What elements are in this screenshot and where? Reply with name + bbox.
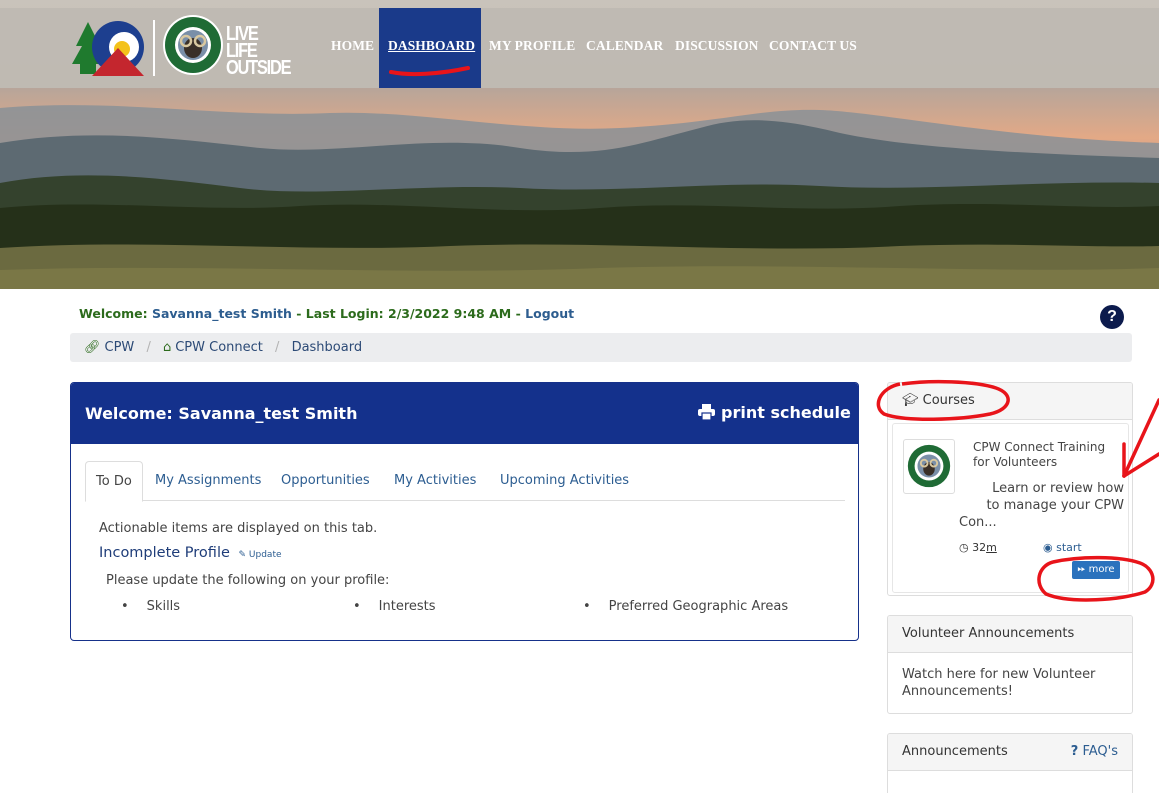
nav-dashboard[interactable]: DASHBOARD — [388, 38, 475, 54]
course-duration: ◷ 32m — [959, 541, 997, 554]
logout-link[interactable]: Logout — [525, 306, 574, 321]
list-item: • Interests — [353, 599, 436, 614]
breadcrumb-separator: / — [146, 340, 151, 355]
header-hero: LIVE LIFE OUTSIDE HOME DASHBOARD MY PROF… — [0, 0, 1159, 289]
start-label: start — [1056, 541, 1082, 554]
panel-header: Welcome: Savanna_test Smith print schedu… — [71, 383, 858, 444]
welcome-user-link[interactable]: Savanna_test Smith — [152, 306, 292, 321]
course-desc-line3: Con... — [959, 515, 997, 530]
welcome-prefix: Welcome: — [79, 306, 148, 321]
course-desc-line2: to manage your CPW — [986, 498, 1124, 513]
duration-value: 32 — [972, 541, 987, 554]
print-icon — [698, 404, 715, 420]
last-login-value: 2/3/2022 9:48 AM — [388, 306, 512, 321]
list-item-skills: Skills — [146, 599, 181, 614]
graduation-cap-icon: 🎓︎ — [902, 393, 919, 408]
course-title-link[interactable]: CPW Connect Training for Volunteers — [973, 440, 1123, 470]
cpw-seal-icon[interactable] — [162, 14, 224, 76]
nav-contact-us[interactable]: CONTACT US — [769, 38, 857, 54]
more-label: more — [1088, 564, 1115, 575]
incomplete-profile-heading: Incomplete Profile ✎ Update — [99, 545, 282, 561]
home-icon: ⌂ — [162, 340, 172, 355]
list-item-geographic-areas: Preferred Geographic Areas — [608, 599, 789, 614]
tab-description: Actionable items are displayed on this t… — [99, 521, 378, 536]
link-icon: 🔗︎ — [84, 340, 101, 355]
play-circle-icon: ◉ — [1043, 541, 1053, 554]
panel-title: Welcome: Savanna_test Smith — [85, 404, 358, 423]
breadcrumb-separator: / — [275, 340, 280, 355]
tab-my-activities[interactable]: My Activities — [394, 461, 476, 501]
last-login-label: - Last Login: — [296, 306, 384, 321]
welcome-line: Welcome: Savanna_test Smith - Last Login… — [79, 306, 574, 321]
breadcrumb: 🔗︎ CPW / ⌂ CPW Connect / Dashboard — [70, 333, 1132, 362]
course-description: Learn or review how to manage your CPW — [959, 480, 1124, 514]
volunteer-badge-icon[interactable] — [903, 439, 955, 494]
nav-discussion[interactable]: DISCUSSION — [675, 38, 759, 54]
course-start-link[interactable]: ◉ start — [1043, 541, 1082, 554]
faq-link[interactable]: ? FAQ's — [1071, 744, 1118, 759]
colorado-logo-icon[interactable] — [72, 18, 144, 76]
nav-my-profile[interactable]: MY PROFILE — [489, 38, 575, 54]
logo-divider — [153, 20, 155, 76]
breadcrumb-dashboard: Dashboard — [291, 340, 363, 355]
incomplete-profile-title: Incomplete Profile — [99, 545, 230, 561]
fast-forward-icon: ⏩︎ — [1077, 564, 1086, 575]
more-courses-button[interactable]: ⏩︎ more — [1072, 561, 1120, 579]
volunteer-announcements-body: Watch here for new Volunteer Announcemen… — [902, 667, 1096, 699]
list-item-interests: Interests — [378, 599, 436, 614]
tab-upcoming-activities[interactable]: Upcoming Activities — [500, 461, 629, 501]
nav-home[interactable]: HOME — [331, 38, 374, 54]
clock-icon: ◷ — [959, 541, 969, 554]
course-card: CPW Connect Training for Volunteers Lear… — [892, 423, 1129, 593]
announcements-header: Announcements ? FAQ's — [888, 734, 1132, 771]
breadcrumb-cpw[interactable]: CPW — [105, 340, 135, 355]
course-desc-line1: Learn or review how — [992, 481, 1124, 496]
list-item: • Preferred Geographic Areas — [583, 599, 789, 614]
tab-to-do[interactable]: To Do — [85, 461, 143, 502]
dashboard-panel: Welcome: Savanna_test Smith print schedu… — [70, 382, 859, 641]
welcome-separator: - — [515, 306, 521, 321]
faq-label: FAQ's — [1082, 744, 1118, 759]
volunteer-announcements-panel: Volunteer Announcements Watch here for n… — [887, 615, 1133, 714]
update-label: Update — [248, 550, 282, 560]
duration-unit: m — [986, 541, 997, 554]
announcements-heading: Announcements — [902, 744, 1008, 759]
pencil-icon: ✎ — [238, 550, 247, 560]
courses-header: 🎓︎ Courses — [888, 383, 1132, 420]
courses-heading: Courses — [922, 393, 975, 408]
nav-calendar[interactable]: CALENDAR — [586, 38, 663, 54]
logo-tagline: LIVE LIFE OUTSIDE — [226, 23, 292, 79]
volunteer-announcements-heading: Volunteer Announcements — [888, 616, 1132, 653]
courses-panel: 🎓︎ Courses CPW Connect Training for Volu… — [887, 382, 1133, 596]
question-icon: ? — [1070, 744, 1079, 759]
question-circle-icon[interactable]: ? — [1100, 305, 1124, 329]
print-schedule-button[interactable]: print schedule — [698, 403, 851, 422]
logo-tagline-line1: LIVE LIFE — [226, 23, 259, 62]
update-link[interactable]: ✎ Update — [239, 550, 282, 560]
please-update-text: Please update the following on your prof… — [106, 573, 390, 588]
breadcrumb-cpw-connect[interactable]: CPW Connect — [175, 340, 263, 355]
announcements-panel: Announcements ? FAQ's — [887, 733, 1133, 793]
logo-tagline-line2: OUTSIDE — [226, 57, 292, 79]
print-schedule-label: print schedule — [721, 403, 851, 422]
landscape-image — [0, 88, 1159, 289]
tab-bar: To Do My Assignments Opportunities My Ac… — [85, 461, 845, 502]
tab-opportunities[interactable]: Opportunities — [281, 461, 370, 501]
list-item: • Skills — [121, 599, 181, 614]
tab-my-assignments[interactable]: My Assignments — [155, 461, 261, 501]
